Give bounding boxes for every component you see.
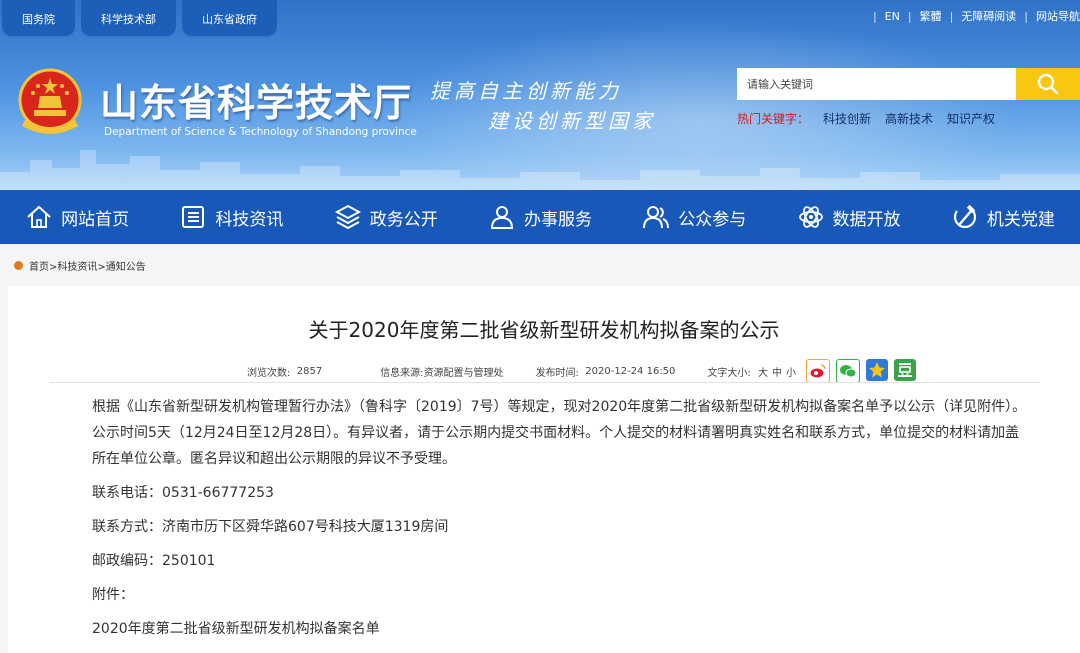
nav-open-data[interactable]: 数据开放 [771, 190, 925, 244]
breadcrumb-science-news[interactable]: 科技资讯 [57, 262, 97, 273]
tab-state-council[interactable]: 国务院 [2, 0, 75, 38]
hammer-sickle-icon [953, 204, 976, 229]
nav-party-building[interactable]: 机关党建 [926, 190, 1080, 244]
nav-label: 公众参与 [678, 209, 747, 230]
font-size-medium[interactable]: 中 [772, 364, 782, 379]
article-title: 关于2020年度第二批省级新型研发机构拟备案的公示 [308, 318, 780, 342]
article-paragraph: 根据《山东省新型研发机构管理暂行办法》（鲁科字〔2019〕7号）等规定，现对20… [92, 394, 1032, 472]
site-map-link[interactable]: 网站导航 [1036, 8, 1080, 24]
tab-provincial-government[interactable]: 山东省政府 [182, 0, 277, 38]
attachment-link[interactable]: 2020年度第二批省级新型研发机构拟备案名单 [92, 616, 1032, 642]
nav-home[interactable]: 网站首页 [0, 190, 154, 244]
breadcrumb-notices[interactable]: 通知公告 [106, 262, 146, 273]
top-tabs: 国务院 科学技术部 山东省政府 [2, 0, 277, 38]
views-label: 浏览次数: [247, 367, 291, 379]
wechat-share-icon[interactable] [835, 359, 860, 383]
news-icon [182, 206, 205, 228]
tab-ministry-of-science[interactable]: 科学技术部 [81, 0, 176, 38]
title-divider [50, 382, 1040, 383]
search-box [737, 68, 1080, 100]
font-size-large[interactable]: 大 [758, 364, 768, 379]
site-header: 国务院 科学技术部 山东省政府 | EN | 繁體 | 无障碍阅读 | 网站导航… [0, 0, 1080, 190]
nav-services[interactable]: 办事服务 [463, 190, 617, 244]
search-input[interactable] [737, 68, 1016, 100]
traditional-chinese-link[interactable]: 繁體 [920, 8, 942, 24]
font-size-small[interactable]: 小 [786, 364, 796, 379]
utility-links: | EN | 繁體 | 无障碍阅读 | 网站导航 [872, 8, 1080, 24]
breadcrumb-separator: > [97, 262, 106, 273]
accessible-reading-link[interactable]: 无障碍阅读 [961, 8, 1016, 24]
contact-phone: 联系电话：0531-66777253 [92, 485, 274, 501]
source-value: 资源配置与管理处 [423, 367, 504, 379]
search-icon [1037, 73, 1059, 95]
nav-government-affairs[interactable]: 政务公开 [309, 190, 463, 244]
nav-label: 科技资讯 [215, 209, 284, 230]
weibo-share-icon[interactable] [805, 359, 830, 383]
douban-share-icon[interactable] [893, 359, 916, 381]
publish-date: 2020-12-24 16:50 [585, 365, 676, 377]
nav-label: 机关党建 [986, 209, 1055, 230]
views-count: 2857 [296, 365, 323, 377]
breadcrumb-home[interactable]: 首页 [29, 262, 49, 273]
home-icon [27, 205, 51, 228]
nav-public-participation[interactable]: 公众参与 [617, 190, 771, 244]
site-title[interactable]: 山东省科学技术厅 [100, 72, 412, 127]
source-label: 信息来源: [380, 367, 424, 379]
postcode: 邮政编码：250101 [92, 553, 216, 569]
location-dot-icon [14, 261, 23, 270]
slogan-line-1: 提高自主创新能力 [430, 79, 622, 103]
contact-address: 联系方式：济南市历下区舜华路607号科技大厦1319房间 [92, 519, 449, 535]
breadcrumb: 首页>科技资讯>通知公告 [14, 258, 146, 273]
font-size-label: 文字大小: [707, 367, 751, 379]
article-body: 根据《山东省新型研发机构管理暂行办法》（鲁科字〔2019〕7号）等规定，现对20… [92, 394, 1032, 642]
article-meta: 浏览次数: 2857 信息来源: 资源配置与管理处 发布时间: 2020-12-… [247, 359, 916, 383]
nav-label: 数据开放 [832, 209, 901, 230]
qzone-share-icon[interactable] [865, 359, 888, 381]
layers-icon [334, 204, 361, 230]
user-icon [490, 206, 513, 229]
nav-science-news[interactable]: 科技资讯 [154, 190, 308, 244]
main-nav: 网站首页 科技资讯 政务公开 办事服务 公众参与 数据开放 机关党建 [0, 190, 1080, 244]
atom-icon [798, 206, 823, 228]
english-link[interactable]: EN [885, 10, 900, 23]
nav-label: 网站首页 [61, 209, 130, 230]
group-icon [643, 206, 670, 229]
attachment-label: 附件： [92, 587, 134, 603]
date-label: 发布时间: [535, 367, 579, 379]
paragraph-text: 根据《山东省新型研发机构管理暂行办法》（鲁科字〔2019〕7号）等规定，现对20… [92, 399, 1027, 467]
article-panel: 关于2020年度第二批省级新型研发机构拟备案的公示 浏览次数: 2857 信息来… [8, 286, 1080, 653]
nav-label: 办事服务 [523, 209, 592, 230]
nav-label: 政务公开 [369, 209, 438, 230]
city-skyline-graphic [0, 150, 1080, 190]
share-buttons [805, 359, 916, 383]
search-button[interactable] [1016, 68, 1080, 100]
